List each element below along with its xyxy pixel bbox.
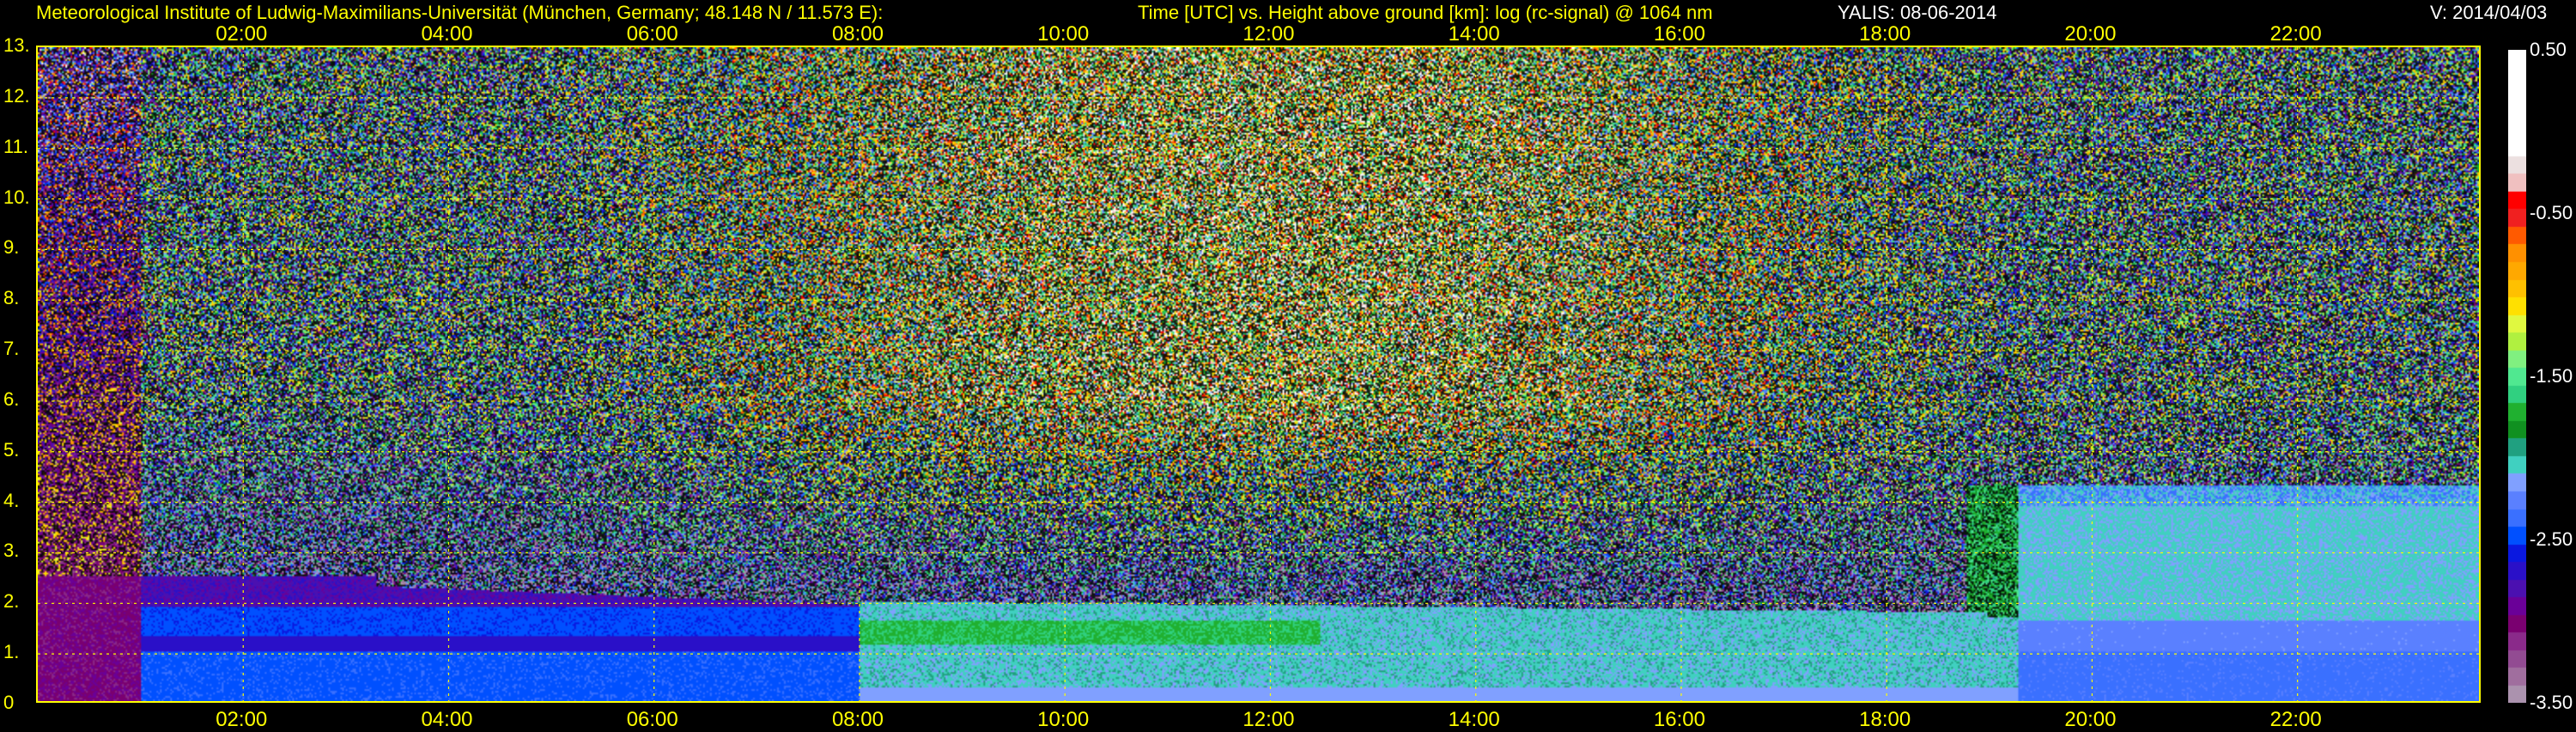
x-tick-label-bottom: 16:00	[1653, 708, 1705, 731]
x-tick-label-bottom: 02:00	[216, 708, 268, 731]
colorbar-tick-label: -2.50	[2530, 528, 2573, 550]
x-tick-label-top: 10:00	[1037, 22, 1090, 46]
y-tick-label: 6.	[3, 387, 20, 410]
y-tick-label: 5.	[3, 438, 20, 461]
instrument-date: YALIS: 08-06-2014	[1838, 2, 1997, 23]
y-tick-label: 12.	[3, 84, 30, 107]
x-tick-label-top: 18:00	[1859, 22, 1911, 46]
x-tick-label-bottom: 06:00	[626, 708, 678, 731]
y-tick-label: 7.	[3, 338, 20, 360]
x-tick-label-top: 02:00	[216, 22, 268, 46]
x-tick-label-bottom: 20:00	[2064, 708, 2117, 731]
x-tick-label-bottom: 12:00	[1242, 708, 1295, 731]
y-tick-label: 11.	[3, 135, 28, 157]
x-tick-label-top: 06:00	[626, 22, 678, 46]
x-tick-label-bottom: 08:00	[831, 708, 884, 731]
y-tick-label: 8.	[3, 287, 20, 309]
chart-description: Time [UTC] vs. Height above ground [km]:…	[1138, 2, 1713, 23]
x-tick-label-top: 14:00	[1448, 22, 1500, 46]
x-tick-label-top: 08:00	[831, 22, 884, 46]
x-tick-label-top: 22:00	[2269, 22, 2322, 46]
y-tick-label: 13.	[3, 34, 30, 56]
y-tick-label: 0	[3, 692, 15, 713]
y-tick-label: 3.	[3, 540, 20, 562]
institute-title: Meteorological Institute of Ludwig-Maxim…	[36, 2, 884, 23]
y-tick-label: 2.	[3, 590, 20, 613]
y-tick-label: 9.	[3, 236, 20, 259]
x-tick-label-top: 12:00	[1242, 22, 1295, 46]
x-tick-label-bottom: 10:00	[1037, 708, 1090, 731]
colorbar	[2508, 50, 2526, 703]
y-tick-label: 4.	[3, 489, 20, 511]
x-tick-label-top: 04:00	[421, 22, 473, 46]
y-tick-label: 10.	[3, 186, 30, 208]
version-label: V: 2014/04/03	[2430, 2, 2548, 23]
colorbar-tick-label: 0.50	[2530, 39, 2567, 60]
x-tick-label-bottom: 04:00	[421, 708, 473, 731]
grid-lines	[38, 47, 2479, 701]
x-tick-label-top: 20:00	[2064, 22, 2117, 46]
colorbar-tick-label: -0.50	[2530, 202, 2573, 223]
colorbar-tick-label: -1.50	[2530, 365, 2573, 387]
y-tick-label: 1.	[3, 641, 20, 663]
x-tick-label-bottom: 18:00	[1859, 708, 1911, 731]
colorbar-tick-label: -3.50	[2530, 692, 2573, 713]
x-tick-label-top: 16:00	[1653, 22, 1705, 46]
x-tick-label-bottom: 14:00	[1448, 708, 1500, 731]
lidar-heatmap	[36, 46, 2481, 703]
x-tick-label-bottom: 22:00	[2269, 708, 2322, 731]
